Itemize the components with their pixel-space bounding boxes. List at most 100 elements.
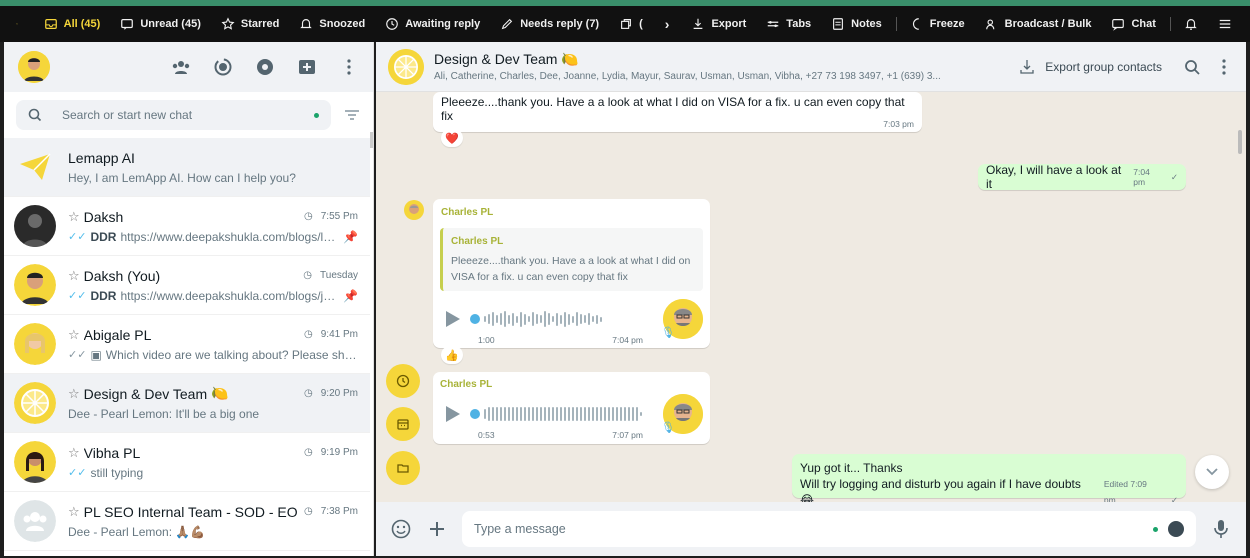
playback-knob[interactable] bbox=[470, 409, 480, 419]
more-options-icon[interactable] bbox=[1222, 58, 1226, 75]
filter-snoozed-tab[interactable]: Snoozed bbox=[289, 17, 375, 31]
snooze-clock-icon[interactable]: ◷ bbox=[304, 329, 313, 340]
chat-item-lemapp-ai[interactable]: Lemapp AI Hey, I am LemApp AI. How can I… bbox=[4, 138, 370, 197]
unread-icon bbox=[121, 19, 134, 30]
lemon-emoji-icon: 🍋 bbox=[557, 51, 579, 67]
schedule-clock-icon[interactable] bbox=[1168, 521, 1184, 537]
filter-unread-tab[interactable]: Unread (45) bbox=[110, 17, 211, 31]
new-chat-icon[interactable] bbox=[297, 57, 317, 77]
channels-icon[interactable] bbox=[255, 57, 275, 77]
chat-item-pl-seo-internal-team[interactable]: ☆ PL SEO Internal Team - SOD - EOD ◷ 7:38 P… bbox=[4, 492, 370, 551]
chevron-down-icon bbox=[1206, 468, 1218, 476]
tab-label: ( bbox=[639, 18, 643, 30]
voice-message-bubble[interactable]: Charles PL 🎙 0:53 7:07 pm bbox=[433, 372, 710, 444]
contact-avatar bbox=[14, 441, 56, 483]
pencil-icon bbox=[501, 18, 513, 30]
conversation-info[interactable]: Design & Dev Team 🍋 Ali, Catherine, Char… bbox=[434, 51, 964, 82]
message-reaction[interactable]: 👍 bbox=[441, 346, 463, 364]
chat-preview: still typing bbox=[90, 465, 144, 480]
chat-name: Design & Dev Team bbox=[83, 385, 208, 402]
group-avatar[interactable] bbox=[388, 48, 424, 85]
chat-item-abigale-pl[interactable]: ☆ Abigale PL ◷ 9:41 Pm ✓✓ ▣ Which video are w… bbox=[4, 315, 370, 374]
star-icon[interactable]: ☆ bbox=[68, 504, 80, 520]
search-icon[interactable] bbox=[1184, 59, 1200, 75]
filter-all-tab[interactable]: All (45) bbox=[34, 17, 111, 31]
tab-label: Unread (45) bbox=[140, 18, 201, 30]
chat-item-daksh-you[interactable]: ☆ Daksh (You) ◷ Tuesday ✓✓ DDR https://www.de… bbox=[4, 256, 370, 315]
snooze-clock-icon[interactable]: ◷ bbox=[304, 388, 313, 399]
double-check-icon: ✓✓ bbox=[68, 231, 87, 243]
star-icon[interactable]: ☆ bbox=[68, 445, 80, 461]
message-bubble[interactable]: Pleeeze....thank you. Have a a look at w… bbox=[433, 92, 922, 132]
broadcast-bulk-button[interactable]: Broadcast / Bulk bbox=[975, 17, 1102, 31]
communities-icon[interactable] bbox=[171, 57, 191, 77]
tabs-icon bbox=[768, 20, 779, 28]
playback-knob[interactable] bbox=[470, 314, 480, 324]
sender-name: Charles PL bbox=[440, 379, 493, 390]
inbox-icon bbox=[44, 19, 57, 29]
sender-avatar[interactable] bbox=[404, 200, 424, 225]
message-reaction[interactable]: ❤️ bbox=[441, 129, 463, 147]
snooze-clock-icon[interactable]: ◷ bbox=[304, 211, 313, 222]
play-button[interactable] bbox=[446, 406, 460, 422]
microphone-icon[interactable] bbox=[1210, 518, 1232, 540]
tabs-button[interactable]: Tabs bbox=[756, 17, 821, 31]
freeze-button[interactable]: Freeze bbox=[900, 17, 975, 31]
calendar-button[interactable] bbox=[386, 407, 420, 441]
filter-needs-reply-tab[interactable]: Needs reply (7) bbox=[490, 17, 609, 31]
notifications-bell-button[interactable] bbox=[1174, 17, 1208, 31]
chat-list-scrollbar[interactable] bbox=[370, 132, 373, 148]
chat-item-vibha-pl[interactable]: ☆ Vibha PL ◷ 9:19 Pm ✓✓ still typing bbox=[4, 433, 370, 492]
chevron-right-icon[interactable]: › bbox=[653, 16, 682, 32]
chat-item-design-dev-team[interactable]: ☆ Design & Dev Team 🍋 ◷ 9:20 Pm Dee - Pearl… bbox=[4, 374, 370, 433]
search-row: Search or start new chat bbox=[4, 92, 373, 138]
export-label: Export group contacts bbox=[1045, 59, 1162, 74]
schedule-button[interactable] bbox=[386, 364, 420, 398]
message-input[interactable]: Type a message bbox=[462, 511, 1196, 547]
notes-button[interactable]: Notes bbox=[821, 17, 892, 31]
more-options-icon[interactable] bbox=[339, 57, 359, 77]
voice-waveform[interactable] bbox=[470, 405, 642, 423]
conversation-scrollbar[interactable] bbox=[1238, 130, 1242, 154]
quoted-sender-name: Charles PL bbox=[451, 236, 504, 247]
filter-icon[interactable] bbox=[343, 109, 361, 121]
star-icon[interactable]: ☆ bbox=[68, 386, 80, 402]
status-icon[interactable] bbox=[213, 57, 233, 77]
pin-icon: 📌 bbox=[343, 229, 358, 244]
export-button[interactable]: Export bbox=[681, 17, 756, 31]
filter-starred-tab[interactable]: Starred bbox=[211, 17, 290, 31]
snooze-clock-icon[interactable]: ◷ bbox=[304, 506, 313, 517]
snooze-clock-icon[interactable]: ◷ bbox=[304, 447, 313, 458]
voice-waveform[interactable] bbox=[470, 310, 602, 328]
filter-awaiting-reply-tab[interactable]: Awaiting reply bbox=[375, 17, 490, 31]
filter-tag-tab[interactable]: ( bbox=[609, 17, 653, 31]
search-input[interactable]: Search or start new chat bbox=[16, 100, 331, 130]
tab-label: All (45) bbox=[63, 18, 101, 30]
message-bubble-outgoing[interactable]: Yup got it... Thanks Will try logging an… bbox=[792, 454, 1186, 507]
quoted-message[interactable]: Charles PL Pleeeze....thank you. Have a … bbox=[440, 228, 703, 291]
star-icon[interactable]: ☆ bbox=[68, 327, 80, 343]
menu-button[interactable] bbox=[1208, 17, 1250, 31]
bell-icon bbox=[1185, 19, 1197, 30]
chat-button[interactable]: Chat bbox=[1101, 17, 1165, 31]
my-profile-avatar[interactable] bbox=[18, 51, 50, 83]
lemapp-logo-icon bbox=[16, 23, 18, 25]
voice-message-bubble[interactable]: Charles PL Charles PL Pleeeze....thank y… bbox=[433, 199, 710, 348]
star-icon[interactable]: ☆ bbox=[68, 209, 80, 225]
emoji-icon[interactable] bbox=[390, 518, 412, 540]
message-time: 7:03 pm bbox=[883, 119, 914, 129]
sender-name: DDR bbox=[90, 229, 117, 244]
folder-button[interactable] bbox=[386, 451, 420, 485]
tab-label: Starred bbox=[240, 18, 280, 30]
star-icon[interactable]: ☆ bbox=[68, 268, 80, 284]
scroll-down-button[interactable] bbox=[1195, 455, 1229, 489]
message-bubble-outgoing[interactable]: Okay, I will have a look at it 7:04 pm ✓ bbox=[978, 163, 1186, 191]
export-group-contacts-button[interactable]: Export group contacts bbox=[1019, 59, 1162, 75]
chat-name: Abigale PL bbox=[83, 326, 152, 343]
snooze-clock-icon[interactable]: ◷ bbox=[303, 270, 312, 281]
microphone-icon: 🎙 bbox=[661, 327, 675, 339]
play-button[interactable] bbox=[446, 311, 460, 327]
button-label: Export bbox=[711, 18, 747, 30]
attach-plus-icon[interactable] bbox=[426, 518, 448, 540]
chat-item-daksh[interactable]: ☆ Daksh ◷ 7:55 Pm ✓✓ DDR https://www.deepaksh… bbox=[4, 197, 370, 256]
